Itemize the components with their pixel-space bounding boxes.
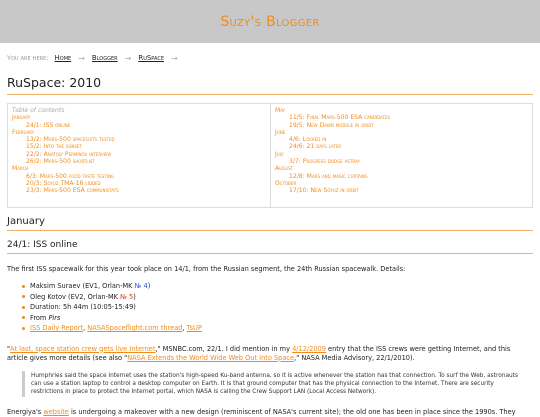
nasaspaceflight-link[interactable]: NASASpaceflight.com thread — [87, 324, 182, 332]
toc-entry[interactable]: 6/3: Mars-500 food taste testing — [12, 173, 266, 180]
table-of-contents: Table of contents January 24/1: ISS onli… — [7, 103, 533, 208]
toc-month-august[interactable]: August — [275, 165, 528, 172]
blockquote: Humphries said the space Internet uses t… — [22, 370, 533, 397]
breadcrumb: You are here: Home → Blogger → RuSpace → — [0, 43, 540, 73]
toc-month-february[interactable]: February — [12, 129, 266, 136]
toc-entry[interactable]: 15/2: Into the sunset — [12, 143, 266, 150]
toc-entry[interactable]: 4/6: Locked in — [275, 136, 528, 143]
toc-right-column: May 11/5: Final Mars-500 ESA candidates … — [270, 104, 532, 207]
list-item: ISS Daily Report, NASASpaceflight.com th… — [22, 323, 540, 334]
list-item: Duration: 5h 44m (10:05-15:49) — [22, 302, 540, 313]
toc-month-march[interactable]: March — [12, 165, 266, 172]
details-list: Maksim Suraev (EV1, Orlan-MK № 4) Oleg K… — [22, 281, 540, 334]
detail-text: From — [30, 313, 49, 322]
paragraph-text: is undergoing a makeover with a new desi… — [68, 407, 516, 416]
entry-date-link[interactable]: 4/12/2009 — [292, 345, 326, 353]
post-intro: The first ISS spacewalk for this year to… — [7, 265, 406, 273]
toc-month-july[interactable]: July — [275, 151, 528, 158]
breadcrumb-home-link[interactable]: Home — [55, 54, 72, 62]
detail-text: Maksim Suraev (EV1, Orlan-MK — [30, 282, 135, 290]
page-title: RuSpace: 2010 — [7, 75, 533, 95]
detail-text: Oleg Kotov (EV2, Orlan-MK — [30, 292, 121, 301]
toc-entry[interactable]: 20/3: Soyuz TMA-16 lidded — [12, 180, 266, 187]
toc-entry[interactable]: 24/1: ISS online — [12, 122, 266, 129]
site-title[interactable]: Suzy's Blogger — [220, 14, 319, 30]
toc-month-june[interactable]: June — [275, 129, 528, 136]
paragraph-text: ," NASA Media Advisory, 22/1/2010). — [294, 353, 415, 362]
toc-month-january[interactable]: January — [12, 114, 266, 121]
suit-number: № 4 — [134, 282, 148, 290]
tsup-link[interactable]: TsUP — [187, 324, 202, 332]
toc-entry[interactable]: 19/5: New Dawn module in orbit — [275, 122, 528, 129]
list-item: From Pirs — [22, 313, 540, 324]
toc-entry[interactable]: 3/7: Progress dodge astray — [275, 158, 528, 165]
list-item: Oleg Kotov (EV2, Orlan-MK № 5) — [22, 292, 540, 303]
post-paragraph: "At last, space station crew gets live I… — [7, 345, 533, 363]
suit-number: № 5 — [120, 292, 134, 301]
toc-entry[interactable]: 17/10: New Soyuz in orbit — [275, 187, 528, 194]
module-name: Pirs — [48, 313, 61, 322]
toc-entry[interactable]: 23/3: Mars-500 ESA communistats — [12, 187, 266, 194]
toc-entry[interactable]: 12/8: Mars and magic curtains — [275, 173, 528, 180]
breadcrumb-separator: → — [78, 53, 85, 63]
detail-close: ) — [147, 282, 151, 290]
toc-entry[interactable]: 13/2: Mars-500 spacesuits tested — [12, 136, 266, 143]
breadcrumb-label: You are here: — [7, 54, 49, 62]
toc-left-column: Table of contents January 24/1: ISS onli… — [8, 104, 270, 207]
toc-heading: Table of contents — [12, 107, 65, 114]
energiya-website-link[interactable]: website — [43, 408, 69, 416]
breadcrumb-separator: → — [124, 53, 132, 63]
breadcrumb-ruspace-link[interactable]: RuSpace — [138, 54, 164, 62]
post-paragraph: Energiya's website is undergoing a makeo… — [7, 408, 533, 417]
toc-month-october[interactable]: October — [275, 180, 528, 187]
toc-entry[interactable]: 11/5: Final Mars-500 ESA candidates — [275, 114, 528, 121]
list-item: Maksim Suraev (EV1, Orlan-MK № 4) — [22, 281, 540, 292]
toc-entry[interactable]: 22/2: Anatoly Perminov interview — [12, 151, 266, 158]
nasa-advisory-link[interactable]: NASA Extends the World Wide Web Out Into… — [127, 354, 294, 362]
paragraph-text: Energiya's — [7, 407, 44, 416]
toc-entry[interactable]: 26/2: Mars-500 shortlist — [12, 158, 266, 165]
breadcrumb-separator: → — [170, 53, 178, 63]
msnbc-article-link[interactable]: At last, space station crew gets live In… — [10, 345, 155, 353]
post-title: 24/1: ISS online — [7, 240, 533, 254]
toc-entry[interactable]: 24/6: 21 days later — [275, 143, 528, 150]
iss-daily-report-link[interactable]: ISS Daily Report — [30, 324, 83, 332]
section-title: January — [7, 216, 533, 231]
detail-close: ) — [133, 292, 136, 301]
toc-month-may[interactable]: May — [275, 107, 528, 114]
site-banner: Suzy's Blogger — [0, 0, 540, 43]
breadcrumb-blogger-link[interactable]: Blogger — [92, 54, 118, 62]
paragraph-text: ," MSNBC.com, 22/1. I did mention in my — [155, 344, 293, 353]
